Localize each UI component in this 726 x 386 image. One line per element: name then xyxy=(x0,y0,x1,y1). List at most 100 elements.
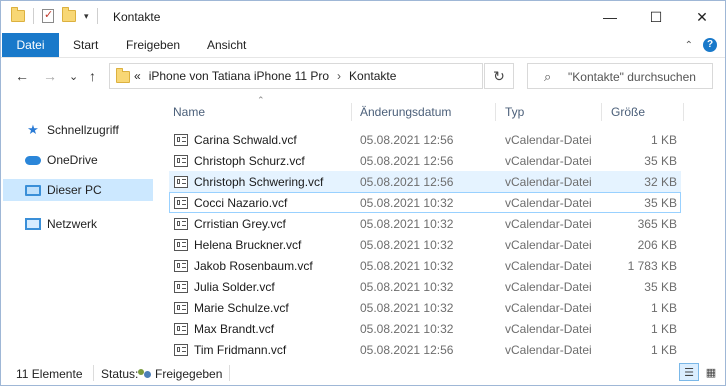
tab-ansicht[interactable]: Ansicht xyxy=(207,33,246,57)
large-icons-view-button[interactable]: ▦ xyxy=(701,363,721,381)
file-name: Helena Bruckner.vcf xyxy=(194,238,302,252)
breadcrumb: « iPhone von Tatiana iPhone 11 Pro › Kon… xyxy=(134,69,396,83)
sidebar-item-onedrive[interactable]: OneDrive xyxy=(3,149,153,171)
file-row[interactable]: Helena Bruckner.vcf 05.08.2021 10:32 vCale… xyxy=(169,234,681,255)
sidebar-item-dieser-pc[interactable]: Dieser PC xyxy=(3,179,153,201)
file-type: vCalendar-Datei xyxy=(505,196,592,210)
address-row: ← → ⌄ ↑ « iPhone von Tatiana iPhone 11 P… xyxy=(1,59,725,95)
breadcrumb-kontakte[interactable]: Kontakte xyxy=(349,69,396,83)
sort-ascending-icon: ⌃ xyxy=(257,95,265,105)
folder-icon xyxy=(11,7,25,22)
file-row[interactable]: Cocci Nazario.vcf 05.08.2021 10:32 vCalend… xyxy=(169,192,681,213)
file-size: 365 KB xyxy=(637,217,677,231)
file-size: 206 KB xyxy=(637,238,677,252)
help-icon[interactable]: ? xyxy=(703,38,717,52)
column-divider[interactable] xyxy=(683,103,684,121)
file-row[interactable]: Max Brandt.vcf 05.08.2021 10:32 vCalendar-… xyxy=(169,318,681,339)
column-divider[interactable] xyxy=(351,103,352,121)
file-size: 35 KB xyxy=(644,196,677,210)
recent-locations-button[interactable]: ⌄ xyxy=(69,70,78,83)
search-input[interactable]: ⌕ "Kontakte" durchsuchen xyxy=(527,63,713,89)
shared-users-icon xyxy=(138,368,152,381)
column-header-name[interactable]: Name xyxy=(173,105,205,119)
file-row[interactable]: Christoph Schwering.vcf 05.08.2021 12:56 v… xyxy=(169,171,681,192)
title-bar: ▾ Kontakte — ☐ ✕ xyxy=(1,1,725,33)
file-row[interactable]: Jakob Rosenbaum.vcf 05.08.2021 10:32 vCale… xyxy=(169,255,681,276)
computer-icon xyxy=(25,183,41,197)
file-type: vCalendar-Datei xyxy=(505,133,592,147)
tab-datei[interactable]: Datei xyxy=(2,33,59,57)
sidebar-item-label: Netzwerk xyxy=(47,217,98,231)
contact-file-icon xyxy=(174,155,188,167)
expand-ribbon-icon[interactable]: ⌃ xyxy=(685,40,693,51)
divider xyxy=(96,8,98,24)
column-divider[interactable] xyxy=(601,103,602,121)
contact-file-icon xyxy=(174,344,188,356)
up-button[interactable]: ↑ xyxy=(89,68,96,84)
new-folder-icon[interactable] xyxy=(62,7,76,22)
address-bar[interactable]: « iPhone von Tatiana iPhone 11 Pro › Kon… xyxy=(109,63,483,89)
contact-file-icon xyxy=(174,323,188,335)
contact-file-icon xyxy=(174,218,188,230)
close-button[interactable]: ✕ xyxy=(679,1,725,33)
details-view-button[interactable]: ☰ xyxy=(679,363,699,381)
file-name: Christoph Schwering.vcf xyxy=(194,175,324,189)
file-row[interactable]: Crristian Grey.vcf 05.08.2021 10:32 vCalen… xyxy=(169,213,681,234)
file-date: 05.08.2021 10:32 xyxy=(360,238,454,252)
sharing-status: Freigegeben xyxy=(138,367,222,381)
file-date: 05.08.2021 10:32 xyxy=(360,280,454,294)
file-name: Carina Schwald.vcf xyxy=(194,133,297,147)
breadcrumb-iphone[interactable]: iPhone von Tatiana iPhone 11 Pro xyxy=(149,69,329,83)
refresh-button[interactable]: ↻ xyxy=(484,63,514,89)
file-name: Max Brandt.vcf xyxy=(194,322,275,336)
status-bar: 11 Elemente Status: Freigegeben ☰ ▦ xyxy=(1,361,725,385)
cloud-icon xyxy=(25,153,41,167)
file-size: 1 KB xyxy=(650,343,677,357)
file-row[interactable]: Tim Fridmann.vcf 05.08.2021 12:56 vCalenda… xyxy=(169,339,681,360)
column-header-date[interactable]: Änderungsdatum xyxy=(360,105,451,119)
file-date: 05.08.2021 10:32 xyxy=(360,196,454,210)
breadcrumb-overflow[interactable]: « xyxy=(134,69,141,83)
file-date: 05.08.2021 12:56 xyxy=(360,175,454,189)
breadcrumb-separator[interactable]: › xyxy=(337,69,341,83)
sidebar-item-netzwerk[interactable]: Netzwerk xyxy=(3,213,153,235)
sidebar-item-label: Dieser PC xyxy=(47,183,102,197)
file-type: vCalendar-Datei xyxy=(505,259,592,273)
column-header-size[interactable]: Größe xyxy=(611,105,645,119)
ribbon-tabs: Datei Start Freigeben Ansicht ⌃ ? xyxy=(1,33,725,58)
window-controls: — ☐ ✕ xyxy=(587,1,725,33)
search-placeholder: "Kontakte" durchsuchen xyxy=(568,70,696,84)
maximize-button[interactable]: ☐ xyxy=(633,1,679,33)
column-divider[interactable] xyxy=(495,103,496,121)
file-name: Jakob Rosenbaum.vcf xyxy=(194,259,313,273)
file-row[interactable]: Christoph Schurz.vcf 05.08.2021 12:56 vCal… xyxy=(169,150,681,171)
navigation-pane: ★ Schnellzugriff OneDrive Dieser PC Netz… xyxy=(1,97,159,359)
sidebar-item-schnellzugriff[interactable]: ★ Schnellzugriff xyxy=(3,119,153,141)
file-size: 35 KB xyxy=(644,280,677,294)
file-date: 05.08.2021 12:56 xyxy=(360,343,454,357)
quick-access-toolbar: ▾ xyxy=(11,7,98,24)
file-type: vCalendar-Datei xyxy=(505,154,592,168)
customize-quick-access-dropdown[interactable]: ▾ xyxy=(84,11,89,22)
tab-start[interactable]: Start xyxy=(73,33,98,57)
forward-button[interactable]: → xyxy=(43,68,57,84)
file-row[interactable]: Julia Solder.vcf 05.08.2021 10:32 vCalenda… xyxy=(169,276,681,297)
sidebar-item-label: OneDrive xyxy=(47,153,98,167)
file-row[interactable]: Carina Schwald.vcf 05.08.2021 12:56 vCalen… xyxy=(169,129,681,150)
properties-icon[interactable] xyxy=(42,8,54,23)
contact-file-icon xyxy=(174,239,188,251)
file-type: vCalendar-Datei xyxy=(505,322,592,336)
minimize-button[interactable]: — xyxy=(587,1,633,33)
file-date: 05.08.2021 10:32 xyxy=(360,301,454,315)
folder-icon xyxy=(116,68,130,83)
file-size: 35 KB xyxy=(644,154,677,168)
file-row[interactable]: Marie Schulze.vcf 05.08.2021 10:32 vCalend… xyxy=(169,297,681,318)
divider xyxy=(33,8,34,24)
tab-freigeben[interactable]: Freigeben xyxy=(126,33,180,57)
contact-file-icon xyxy=(174,302,188,314)
ribbon-controls: ⌃ ? xyxy=(685,38,717,52)
column-header-type[interactable]: Typ xyxy=(505,105,524,119)
item-count: 11 Elemente xyxy=(16,367,83,381)
status-label: Status: xyxy=(101,367,139,381)
back-button[interactable]: ← xyxy=(15,68,29,84)
